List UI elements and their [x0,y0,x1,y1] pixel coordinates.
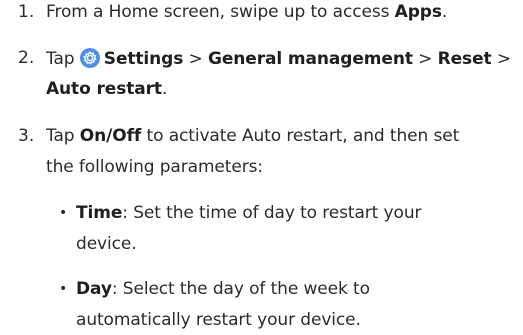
step-2-line-1: Tap Settings > General management > Rese… [46,48,511,69]
bullet-day-line-1: Day: Select the day of the week to [76,279,370,299]
step-1-number: 1. [18,2,35,22]
day-description: : Select the day of the week to [111,279,370,299]
bullet-time-line-1: Time: Set the time of day to restart you… [76,203,421,223]
bullet-time-line-2: device. [76,234,137,254]
time-description: : Set the time of day to restart your [122,203,422,223]
general-management-label: General management [208,49,413,69]
settings-gear-icon [79,48,100,68]
auto-restart-label: Auto restart [46,79,162,99]
day-label: Day [76,279,112,299]
step-3-text-pre: Tap [46,126,80,146]
step-2-text-pre: Tap [46,49,80,69]
bullet-day-line-2: automatically restart your device. [76,310,361,330]
separator: > [412,49,438,69]
step-2-line-2: Auto restart. [46,79,167,99]
step-2-line-2-post: . [161,79,168,99]
step-3-line-1: Tap On/Off to activate Auto restart, and… [46,126,459,146]
step-1-text: From a Home screen, swipe up to access A… [46,2,447,22]
reset-label: Reset [437,49,492,69]
step-3-line-2: the following parameters: [46,157,263,177]
separator: > [491,49,511,69]
bullet-time-marker: • [59,205,68,221]
step-1-text-post: . [441,2,448,22]
on-off-label: On/Off [79,126,142,146]
separator: > [183,49,209,69]
step-2-number: 2. [18,48,35,68]
bullet-day-marker: • [59,281,68,297]
apps-label: Apps [394,2,442,22]
step-1-text-pre: From a Home screen, swipe up to access [46,2,395,22]
time-label: Time [76,203,123,223]
step-3-text-post: to activate Auto restart, and then set [141,126,460,146]
step-3-number: 3. [18,126,35,146]
settings-label: Settings [103,49,184,69]
